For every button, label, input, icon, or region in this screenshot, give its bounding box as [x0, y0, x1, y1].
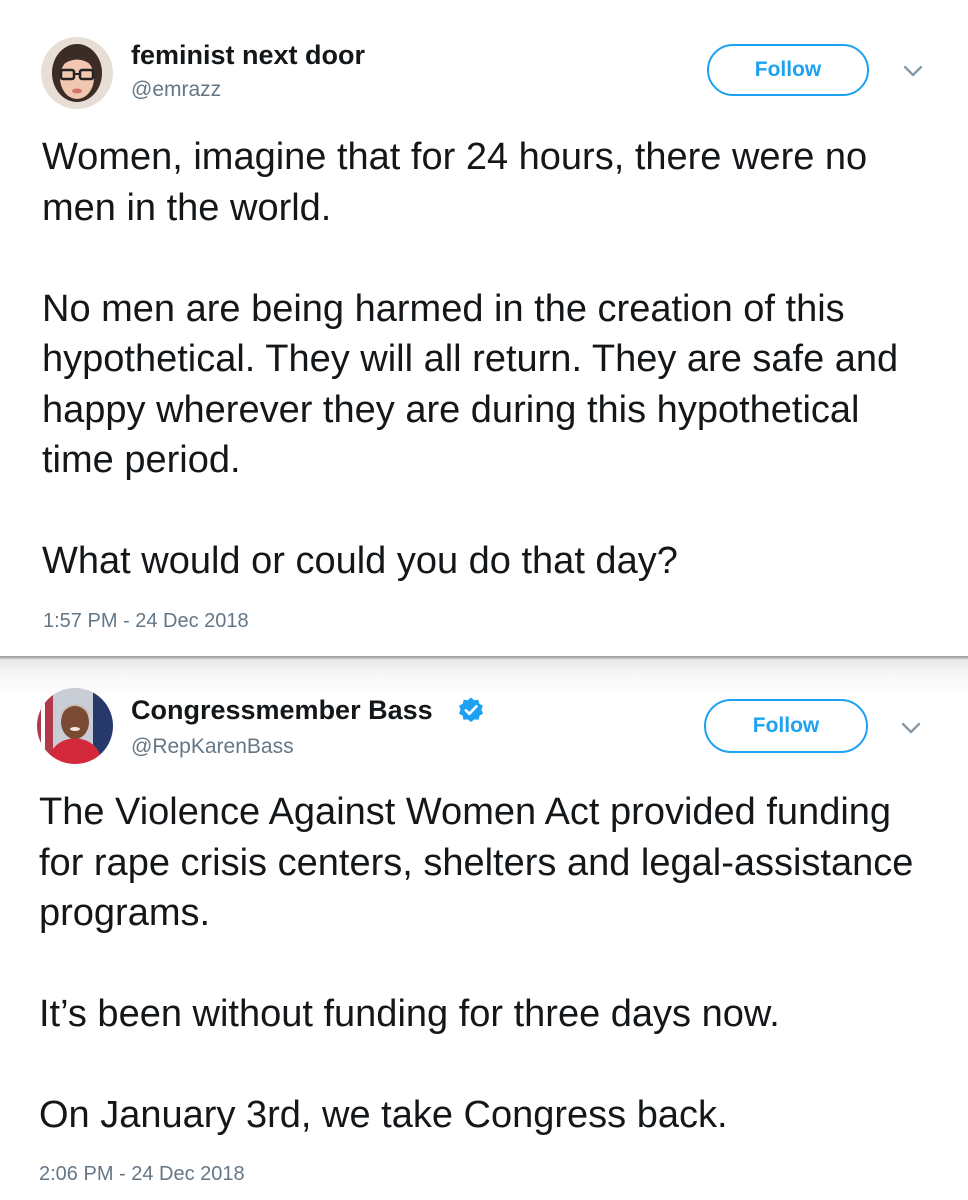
chevron-down-icon[interactable]: [902, 64, 924, 78]
follow-button[interactable]: Follow: [704, 699, 868, 753]
display-name[interactable]: feminist next door: [131, 40, 365, 71]
avatar[interactable]: [37, 688, 113, 764]
tweet-card: Congressmember Bass @RepKarenBass Follow…: [0, 659, 968, 1200]
timestamp[interactable]: 2:06 PM - 24 Dec 2018: [39, 1163, 245, 1186]
avatar[interactable]: [41, 37, 113, 109]
verified-badge-icon: [459, 697, 483, 722]
follow-button[interactable]: Follow: [707, 44, 869, 96]
display-name[interactable]: Congressmember Bass: [131, 695, 433, 726]
timestamp[interactable]: 1:57 PM - 24 Dec 2018: [43, 610, 249, 633]
tweet-text: The Violence Against Women Act provided …: [39, 791, 914, 1136]
chevron-down-icon[interactable]: [900, 721, 922, 735]
user-handle[interactable]: @RepKarenBass: [131, 735, 294, 759]
user-handle[interactable]: @emrazz: [131, 78, 221, 102]
tweet-text: Women, imagine that for 24 hours, there …: [42, 136, 899, 582]
tweet-card: feminist next door @emrazz Follow Women,…: [0, 0, 968, 658]
